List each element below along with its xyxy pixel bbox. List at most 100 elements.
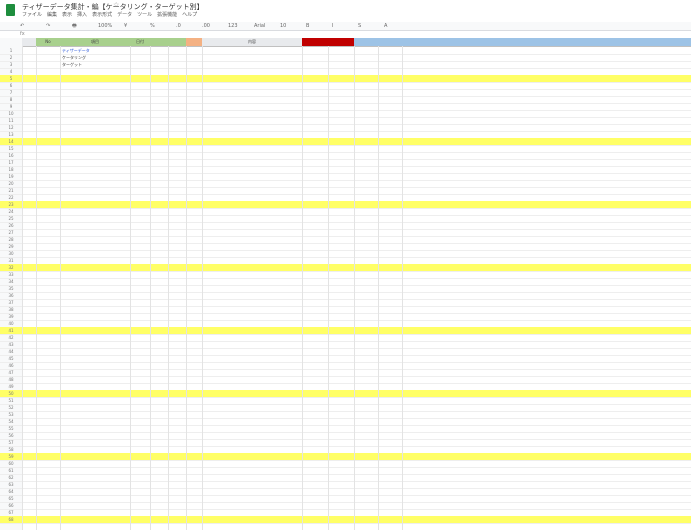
title-bar: ティザーデータ集計・編【ケータリング・ターゲット別】 ☆ ファイル 編集 表示 挿入表…	[0, 0, 691, 22]
column-header[interactable]	[186, 38, 203, 47]
menu-item[interactable]: 挿入	[77, 12, 87, 18]
gridline	[60, 46, 61, 530]
row-number: 66	[8, 503, 14, 508]
column-header[interactable]: 項目	[60, 38, 131, 47]
row-number: 55	[8, 426, 14, 431]
row-number: 13	[8, 132, 14, 137]
row-number: 2	[9, 55, 13, 60]
column-header[interactable]	[22, 38, 37, 47]
row-number: 43	[8, 342, 14, 347]
row-number: 9	[9, 104, 13, 109]
toolbar-button[interactable]: .00	[202, 23, 210, 29]
row-number: 17	[8, 160, 14, 165]
row-number: 14	[8, 139, 14, 144]
toolbar-button[interactable]: ↶	[20, 23, 24, 29]
cell-text: ティザーデータ	[62, 48, 90, 53]
row-number: 23	[8, 202, 14, 207]
gridline	[186, 46, 187, 530]
toolbar-button[interactable]: 10	[280, 23, 286, 29]
row-number: 34	[8, 279, 14, 284]
row-number: 46	[8, 363, 14, 368]
column-header[interactable]	[354, 38, 379, 47]
row-number: 7	[9, 90, 13, 95]
column-header[interactable]	[328, 38, 355, 47]
row-number: 4	[9, 69, 13, 74]
menu-item[interactable]: ファイル	[22, 12, 42, 18]
column-header[interactable]: No	[36, 38, 61, 47]
toolbar-button[interactable]: B	[306, 23, 309, 29]
row-number: 22	[8, 195, 14, 200]
table-row[interactable]: 68	[0, 516, 691, 524]
menu-item[interactable]: 拡張機能	[157, 12, 177, 18]
row-number: 38	[8, 307, 14, 312]
menu-item[interactable]: データ	[117, 12, 132, 18]
row-number: 20	[8, 181, 14, 186]
row-number: 11	[8, 118, 14, 123]
row-number: 16	[8, 153, 14, 158]
toolbar-button[interactable]: 123	[228, 23, 238, 29]
row-number: 21	[8, 188, 14, 193]
column-header[interactable]	[302, 38, 329, 47]
row-number: 27	[8, 230, 14, 235]
star-icon[interactable]: ☆	[113, 1, 119, 9]
menu-item[interactable]: ヘルプ	[182, 12, 197, 18]
toolbar-button[interactable]: %	[150, 23, 155, 29]
column-header[interactable]: 日付	[130, 38, 151, 47]
column-header[interactable]	[378, 38, 403, 47]
toolbar-button[interactable]: A	[384, 23, 387, 29]
column-header[interactable]	[168, 38, 187, 47]
row-number: 62	[8, 475, 14, 480]
row-number: 6	[9, 83, 13, 88]
row-number: 53	[8, 412, 14, 417]
toolbar-button[interactable]: Arial	[254, 23, 265, 29]
menu-item[interactable]: ツール	[137, 12, 152, 18]
row-number: 32	[8, 265, 14, 270]
row-number: 3	[9, 62, 13, 67]
row-number: 40	[8, 321, 14, 326]
row-number: 63	[8, 482, 14, 487]
row-number: 1	[9, 48, 13, 53]
row-number: 8	[9, 97, 13, 102]
toolbar-button[interactable]: S	[358, 23, 361, 29]
row-number: 67	[8, 510, 14, 515]
row-number: 64	[8, 489, 14, 494]
row-number: 56	[8, 433, 14, 438]
row-number: 42	[8, 335, 14, 340]
toolbar-button[interactable]: ¥	[124, 23, 127, 29]
toolbar-button[interactable]: 100%	[98, 23, 112, 29]
row-number: 33	[8, 272, 14, 277]
row-number: 31	[8, 258, 14, 263]
row-number: 28	[8, 237, 14, 242]
fx-icon: fx	[20, 31, 25, 37]
menu-item[interactable]: 表示形式	[92, 12, 112, 18]
toolbar-button[interactable]: ↷	[46, 23, 50, 29]
row-number: 24	[8, 209, 14, 214]
row-number: 19	[8, 174, 14, 179]
toolbar-button[interactable]: .0	[176, 23, 181, 29]
gridline	[302, 46, 303, 530]
column-header[interactable]: 内容	[202, 38, 303, 47]
row-number: 5	[9, 76, 13, 81]
row-number: 25	[8, 216, 14, 221]
gridline	[402, 46, 403, 530]
row-number: 15	[8, 146, 14, 151]
gridline	[168, 46, 169, 530]
row-number: 35	[8, 286, 14, 291]
toolbar-button[interactable]: 🖶	[72, 23, 77, 31]
row-number: 61	[8, 468, 14, 473]
sheets-icon[interactable]	[6, 4, 15, 16]
spreadsheet-grid[interactable]: No 項目 日付 内容 1 ティザーデータ 2 ケータリング 3 ターゲット 4 5 6 7 8 9 10 11…	[0, 38, 691, 530]
row-number: 57	[8, 440, 14, 445]
menu-item[interactable]: 表示	[62, 12, 72, 18]
gridline	[150, 46, 151, 530]
column-header[interactable]	[402, 38, 691, 47]
row-number: 30	[8, 251, 14, 256]
row-number: 44	[8, 349, 14, 354]
row-number: 52	[8, 405, 14, 410]
menu-item[interactable]: 編集	[47, 12, 57, 18]
column-header[interactable]	[150, 38, 169, 47]
row-number: 39	[8, 314, 14, 319]
gridline	[378, 46, 379, 530]
row-number: 12	[8, 125, 14, 130]
toolbar-button[interactable]: I	[332, 23, 333, 29]
